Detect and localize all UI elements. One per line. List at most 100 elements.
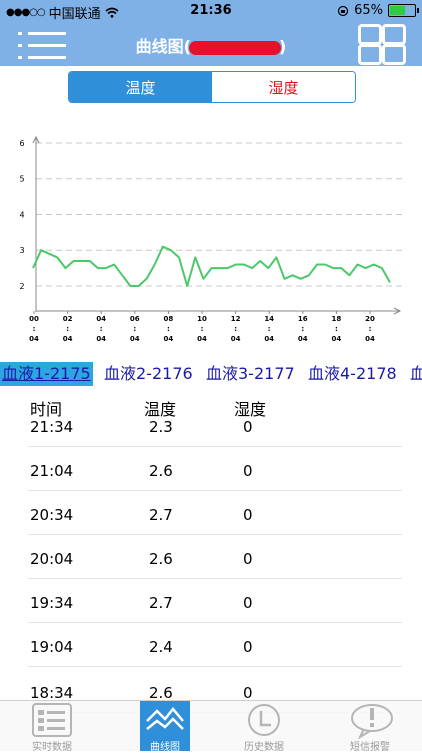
x-tick-label: 04	[96, 315, 106, 323]
temperature-series-line	[32, 245, 391, 287]
device-tab[interactable]: 血液1-2175	[0, 362, 93, 386]
x-tick-label: 06	[130, 315, 140, 323]
tab-chart-label: 曲线图	[150, 742, 180, 753]
x-tick-label: 16	[298, 315, 308, 323]
x-tick-label: :	[167, 325, 170, 333]
temp-humidity-segment: 温度 湿度	[68, 71, 356, 103]
x-tick-label: 04	[298, 335, 308, 343]
cell-temp: 2.7	[149, 594, 173, 612]
cell-hum: 0	[243, 594, 253, 612]
temperature-line-chart: 6 5 4 3 2 00: 04 02: 04 04: 04 06: 04 08: 04 10: 04 12: 04…	[19, 135, 405, 343]
y-tick-label: 6	[19, 139, 24, 148]
x-tick-label: 08	[164, 315, 174, 323]
x-tick-label: :	[301, 325, 304, 333]
x-tick-label: :	[100, 325, 103, 333]
table-row: 21:34 2.3 0	[0, 416, 422, 447]
tab-chart[interactable]: 曲线图	[106, 701, 210, 753]
row-divider	[28, 666, 402, 667]
x-tick-label: 04	[96, 335, 106, 343]
cell-temp: 2.6	[149, 550, 173, 568]
cell-hum: 0	[243, 550, 253, 568]
x-tick-label: 04	[231, 335, 241, 343]
x-tick-label: 04	[365, 335, 375, 343]
cell-hum: 0	[243, 638, 253, 656]
cell-temp: 2.4	[149, 638, 173, 656]
x-tick-label: 02	[63, 315, 73, 323]
x-tick-label: 04	[63, 335, 73, 343]
grid-button[interactable]	[358, 24, 406, 65]
x-tick-label: 00	[29, 315, 39, 323]
x-tick-label: 04	[29, 335, 39, 343]
x-tick-label: :	[133, 325, 136, 333]
orientation-lock-icon	[337, 5, 349, 16]
device-tab[interactable]: 血	[408, 362, 422, 386]
battery-fill	[390, 6, 405, 15]
clock-icon	[248, 704, 280, 736]
cell-hum: 0	[243, 418, 253, 436]
cell-time: 21:04	[30, 462, 74, 480]
table-row: 21:04 2.6 0	[0, 460, 422, 491]
redaction-mark	[189, 40, 281, 55]
x-tick-label: 04	[264, 335, 274, 343]
tab-history-label: 历史数据	[244, 742, 284, 753]
device-tab[interactable]: 血液4-2178	[306, 362, 399, 386]
tab-bar: 实时数据 曲线图 历史数据 短信报警	[0, 700, 422, 753]
row-divider	[28, 490, 402, 491]
x-tick-label: 18	[332, 315, 342, 323]
row-divider	[28, 446, 402, 447]
device-tab[interactable]: 血液2-2176	[102, 362, 195, 386]
x-tick-label: 04	[130, 335, 140, 343]
cell-temp: 2.6	[149, 462, 173, 480]
x-tick-label: :	[66, 325, 69, 333]
x-tick-label: 20	[365, 315, 375, 323]
status-bar: ●●●○○ 中国联通 21:36 65%	[0, 0, 422, 22]
x-tick-label: 04	[332, 335, 342, 343]
tab-sms-alert[interactable]: 短信报警	[318, 701, 422, 753]
x-tick-label: :	[369, 325, 372, 333]
tab-sms-alert-label: 短信报警	[350, 742, 390, 753]
x-tick-label: 10	[197, 315, 207, 323]
row-divider	[28, 578, 402, 579]
list-icon	[32, 703, 72, 737]
table-header: 时间 温度 湿度	[0, 396, 422, 419]
y-tick-label: 4	[19, 210, 24, 219]
table-row: 20:04 2.6 0	[0, 548, 422, 579]
cell-time: 19:04	[30, 638, 74, 656]
grid-icon	[358, 24, 382, 45]
device-tab[interactable]: 血液3-2177	[204, 362, 297, 386]
segment-temperature[interactable]: 温度	[69, 72, 212, 102]
x-tick-label: :	[201, 325, 204, 333]
battery-icon	[388, 4, 419, 17]
table-row: 19:04 2.4 0	[0, 636, 422, 667]
x-tick-label: 14	[264, 315, 274, 323]
tab-history[interactable]: 历史数据	[212, 701, 316, 753]
tab-realtime[interactable]: 实时数据	[0, 701, 104, 753]
y-tick-label: 2	[19, 282, 24, 291]
cell-time: 20:34	[30, 506, 74, 524]
x-tick-label: :	[335, 325, 338, 333]
x-tick-label: :	[268, 325, 271, 333]
x-tick-label: :	[33, 325, 36, 333]
x-tick-label: 04	[197, 335, 207, 343]
cell-time: 20:04	[30, 550, 74, 568]
cell-hum: 0	[243, 462, 253, 480]
battery-percent: 65%	[354, 3, 383, 18]
alert-bubble-icon	[351, 704, 393, 739]
segment-humidity[interactable]: 湿度	[212, 72, 355, 102]
line-chart-icon	[146, 707, 184, 730]
x-tick-label: 04	[164, 335, 174, 343]
cell-hum: 0	[243, 506, 253, 524]
cell-time: 21:34	[30, 418, 74, 436]
x-tick-label: :	[234, 325, 237, 333]
device-tabs: 血液1-2175 血液2-2176 血液3-2177 血液4-2178 血	[0, 362, 422, 386]
cell-temp: 2.7	[149, 506, 173, 524]
table-row: 20:34 2.7 0	[0, 504, 422, 535]
cell-time: 19:34	[30, 594, 74, 612]
row-divider	[28, 622, 402, 623]
status-right: 65%	[337, 3, 419, 18]
x-tick-label: 12	[231, 315, 241, 323]
table-row: 19:34 2.7 0	[0, 592, 422, 623]
nav-bar: 曲线图()	[0, 22, 422, 66]
cell-temp: 2.3	[149, 418, 173, 436]
y-tick-label: 5	[19, 175, 24, 184]
